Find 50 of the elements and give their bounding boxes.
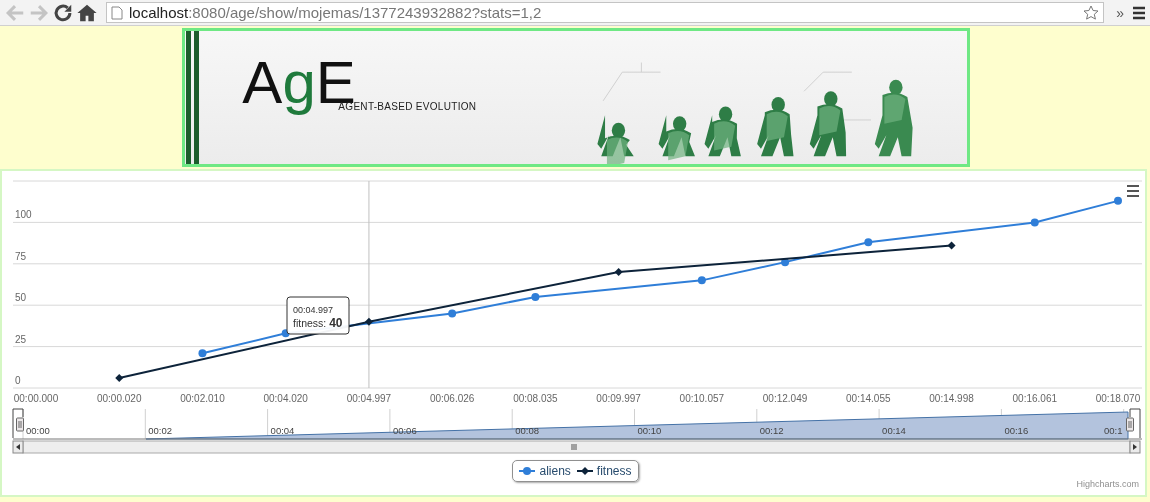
scroll-left-icon[interactable] bbox=[12, 440, 24, 454]
tooltip: 00:04.997 fitness: 40 bbox=[286, 296, 350, 335]
x-axis-label: 00:12.049 bbox=[762, 393, 808, 404]
x-axis-label: 00:04.997 bbox=[346, 393, 392, 404]
x-axis-label: 00:18.070 bbox=[1095, 393, 1141, 404]
x-axis-label: 00:14.055 bbox=[846, 393, 891, 404]
bookmark-star-icon[interactable] bbox=[1083, 4, 1100, 21]
x-axis-label: 00:16.061 bbox=[1012, 393, 1057, 404]
logo-letter: g bbox=[282, 53, 316, 113]
navigator-label: 00:02 bbox=[148, 425, 173, 436]
y-axis-label: 25 bbox=[15, 333, 27, 345]
range-handle[interactable] bbox=[1126, 408, 1141, 439]
logo-letter: A bbox=[242, 53, 283, 113]
scroll-right-icon[interactable] bbox=[1129, 440, 1141, 454]
navigator-label: 00:16 bbox=[1004, 425, 1029, 436]
x-axis-label: 00:14.998 bbox=[929, 393, 974, 404]
menu-icon[interactable] bbox=[1132, 5, 1146, 20]
x-axis-label: 00:10.057 bbox=[679, 393, 725, 404]
navigator-label: 00:12 bbox=[759, 425, 784, 436]
data-point[interactable] bbox=[781, 258, 790, 267]
x-axis-label: 00:00.000 bbox=[13, 393, 59, 404]
y-axis-label: 100 bbox=[15, 209, 32, 221]
menu-icon[interactable] bbox=[1125, 184, 1141, 198]
navigator-label: 00:08 bbox=[515, 425, 539, 436]
navigator-label: 00:00 bbox=[26, 425, 50, 436]
y-axis-label: 75 bbox=[15, 250, 27, 262]
page-icon bbox=[111, 5, 123, 20]
y-axis-label: 0 bbox=[15, 375, 21, 386]
legend-item[interactable]: fitness bbox=[576, 464, 632, 478]
data-point[interactable] bbox=[115, 374, 124, 383]
navigator-label: 00:1 bbox=[1104, 425, 1123, 436]
x-axis-label: 00:04.020 bbox=[263, 393, 308, 404]
address-field[interactable]: localhost:8080/age/show/mojemas/1377243932882?stats=1,2 bbox=[106, 2, 1105, 23]
x-axis-label: 00:02.010 bbox=[180, 393, 225, 404]
extensions-overflow-button[interactable]: » bbox=[1116, 4, 1124, 21]
range-handle[interactable] bbox=[12, 408, 24, 439]
legend-item[interactable]: aliens bbox=[519, 464, 571, 478]
x-axis-label: 00:00.020 bbox=[97, 393, 142, 404]
logo-tagline: AGENT-BASED EVOLUTION bbox=[338, 101, 477, 112]
navigator-label: 00:14 bbox=[882, 425, 906, 436]
data-point[interactable] bbox=[364, 317, 373, 326]
data-point[interactable] bbox=[614, 268, 623, 277]
y-axis-label: 50 bbox=[15, 292, 27, 304]
x-axis-label: 00:06.026 bbox=[429, 393, 475, 404]
navigator-label: 00:10 bbox=[637, 425, 662, 436]
x-axis-label: 00:08.035 bbox=[513, 393, 558, 404]
navigator-label: 00:04 bbox=[270, 425, 295, 436]
scrollbar[interactable] bbox=[22, 440, 1131, 454]
data-point[interactable] bbox=[947, 241, 956, 250]
x-axis-label: 00:09.997 bbox=[596, 393, 641, 404]
